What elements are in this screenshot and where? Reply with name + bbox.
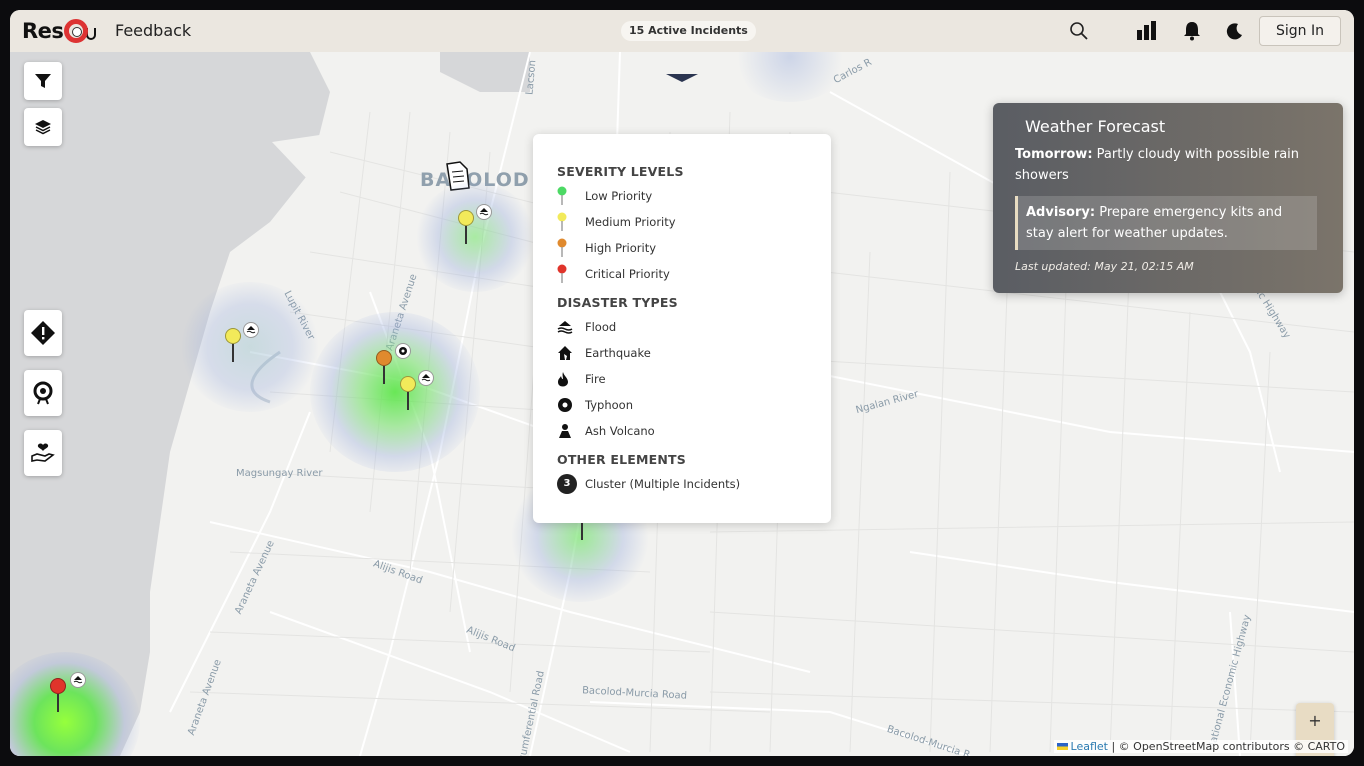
sign-in-button[interactable]: Sign In [1259,16,1341,46]
advisory-label: Advisory: [1026,205,1096,220]
legend-item: Critical Priority [557,261,831,287]
legend-item: Ash Volcano [557,418,831,444]
legend-item: 3 Cluster (Multiple Incidents) [557,471,831,497]
legend-label: Critical Priority [585,267,670,281]
document-cursor-icon [443,160,471,196]
incident-marker[interactable] [456,210,476,248]
tomorrow-forecast: Tomorrow: Partly cloudy with possible ra… [1015,144,1329,186]
typhoon-icon [395,343,411,359]
chart-icon[interactable] [1135,19,1159,43]
legend-item: High Priority [557,235,831,261]
advisory-box: Advisory: Prepare emergency kits and sta… [1015,196,1317,250]
lifebuoy-logo-icon [64,19,89,43]
search-icon[interactable] [1067,19,1091,43]
legend-label: Earthquake [585,346,651,360]
assistance-button[interactable] [24,430,62,476]
legend-label: Low Priority [585,189,653,203]
flood-icon [243,322,259,338]
earthquake-icon [558,346,572,360]
legend-label: Flood [585,320,617,334]
legend-item: Fire [557,366,831,392]
legend-label: High Priority [585,241,657,255]
incident-marker[interactable] [48,678,68,716]
cluster-icon: 3 [557,474,577,494]
map-attribution: Leaflet | © OpenStreetMap contributors ©… [1053,740,1348,753]
filter-button[interactable] [24,62,62,100]
incident-map[interactable]: BACOLOD Lupit River Araneta Avenue Magsu… [10,52,1354,756]
moon-icon[interactable] [1223,19,1247,43]
legend-label: Typhoon [585,398,633,412]
weather-title: Weather Forecast [1025,117,1166,136]
street-label: Magsungay River [236,468,323,479]
filter-icon [35,74,51,88]
legend-label: Fire [585,372,606,386]
other-title: OTHER ELEMENTS [557,452,686,467]
legend-item: Low Priority [557,183,831,209]
map-legend: SEVERITY LEVELS Low Priority Medium Prio… [533,134,831,523]
report-incident-button[interactable] [24,310,62,356]
last-updated: Last updated: May 21, 02:15 AM [1015,260,1194,273]
legend-item: Typhoon [557,392,831,418]
attribution-text: | © OpenStreetMap contributors © CARTO [1107,740,1345,753]
typhoon-icon [558,398,572,412]
leaflet-link[interactable]: Leaflet [1071,740,1108,753]
severity-title: SEVERITY LEVELS [557,164,684,179]
rescue-button[interactable] [24,370,62,416]
green-pin-icon [557,186,567,205]
legend-item: Earthquake [557,340,831,366]
city-label: BACOLOD [420,169,530,191]
flood-icon [418,370,434,386]
layers-button[interactable] [24,108,62,146]
alert-icon [31,321,55,345]
legend-item: Medium Priority [557,209,831,235]
legend-label: Ash Volcano [585,424,655,438]
layers-icon [35,120,51,135]
flood-icon [557,321,573,334]
active-incidents-badge: 15 Active Incidents [621,21,756,41]
feedback-link[interactable]: Feedback [115,21,191,40]
tomorrow-label: Tomorrow: [1015,147,1093,162]
map-edge-marker [666,74,698,82]
incident-marker[interactable] [374,350,394,388]
resq-logo[interactable]: Res [22,18,97,44]
logo-text: Res [22,19,64,43]
legend-label: Medium Priority [585,215,676,229]
fire-icon [558,372,568,387]
incident-marker[interactable] [223,328,243,366]
helping-hand-icon [31,443,55,462]
orange-pin-icon [557,238,567,257]
legend-item: Flood [557,314,831,340]
legend-label: Cluster (Multiple Incidents) [585,477,741,491]
app-frame: Res Feedback 15 Active Incidents Sign In [10,10,1354,756]
flood-icon [70,672,86,688]
types-title: DISASTER TYPES [557,295,678,310]
flood-icon [476,204,492,220]
bell-icon[interactable] [1180,19,1204,43]
volcano-icon [559,424,571,438]
top-header: Res Feedback 15 Active Incidents Sign In [10,10,1354,52]
weather-forecast-panel: Weather Forecast Tomorrow: Partly cloudy… [993,103,1343,293]
lifebuoy-icon [33,381,53,405]
incident-marker[interactable] [398,376,418,414]
red-pin-icon [557,264,567,283]
zoom-in-button[interactable]: + [1296,703,1334,741]
ukraine-flag-icon [1056,743,1068,750]
yellow-pin-icon [557,212,567,231]
